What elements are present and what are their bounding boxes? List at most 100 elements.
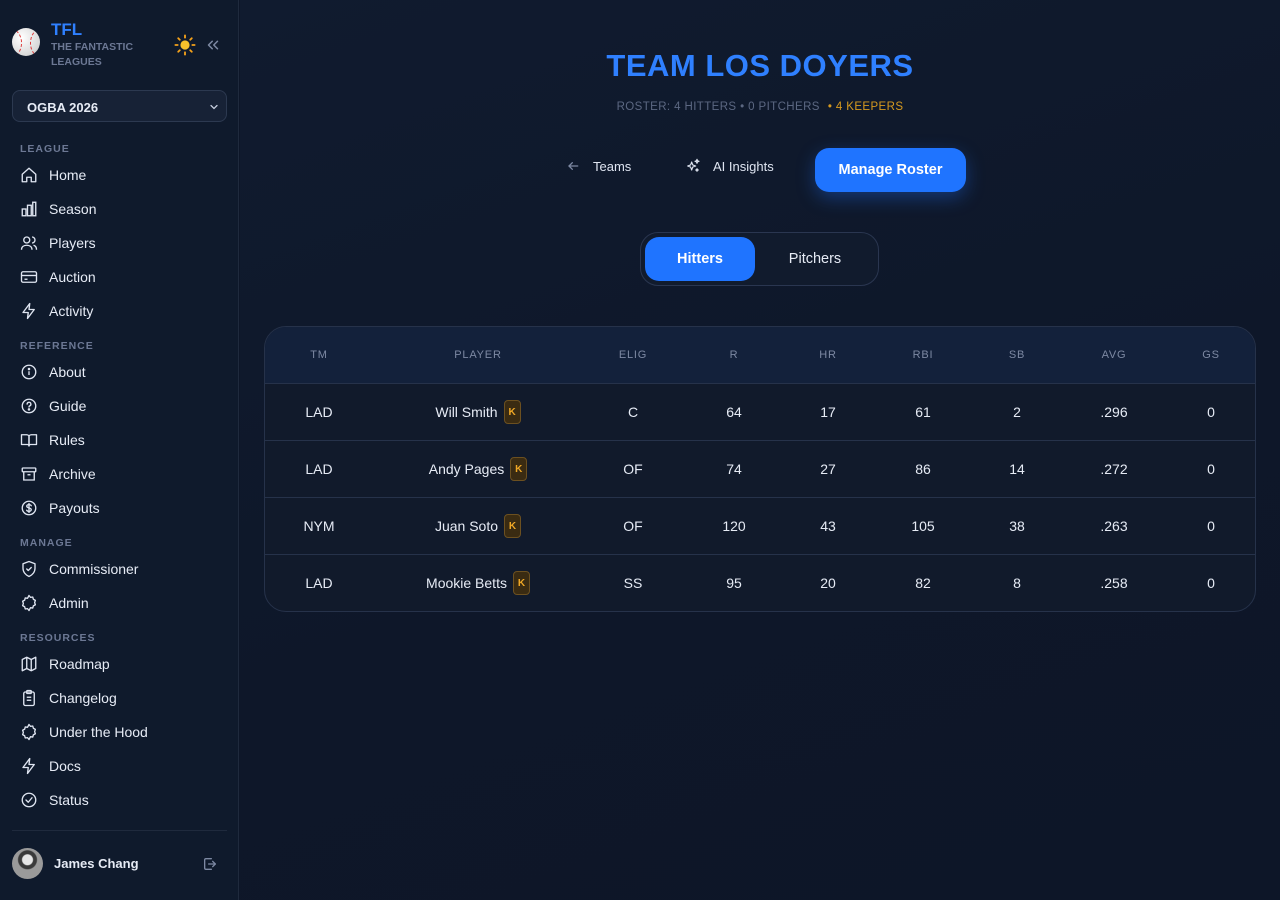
sidebar-item-label: Under the Hood: [49, 724, 148, 740]
sidebar-item-home[interactable]: Home: [20, 161, 220, 189]
sidebar-item-rules[interactable]: Rules: [20, 426, 220, 454]
keeper-badge: K: [503, 400, 521, 424]
sidebar-item-auction[interactable]: Auction: [20, 263, 220, 291]
book-icon: [20, 434, 38, 447]
page-title: TEAM LOS DOYERS: [606, 48, 914, 83]
sidebar-item-commissioner[interactable]: Commissioner: [20, 555, 220, 583]
cell-r: 120: [722, 518, 746, 534]
sidebar-item-label: Players: [49, 235, 96, 251]
cell-sb: 14: [1009, 461, 1025, 477]
users-icon: [20, 236, 38, 250]
col-header-hr[interactable]: HR: [788, 349, 868, 361]
keeper-badge: K: [510, 457, 528, 481]
ai-insights-button[interactable]: AI Insights: [685, 148, 774, 184]
manage-roster-button[interactable]: Manage Roster: [815, 148, 966, 192]
cell-team: NYM: [303, 518, 335, 534]
cog-icon: [21, 723, 37, 741]
sidebar-item-activity[interactable]: Activity: [20, 297, 220, 325]
sidebar-divider: [12, 830, 227, 831]
col-header-rbi[interactable]: RBI: [883, 349, 963, 361]
cell-player[interactable]: Andy Pages K: [398, 457, 558, 481]
sidebar-item-admin[interactable]: Admin: [20, 589, 220, 617]
sidebar-item-payouts[interactable]: Payouts: [20, 494, 220, 522]
logout-icon[interactable]: [202, 856, 218, 872]
col-header-tm[interactable]: TM: [279, 349, 359, 361]
sidebar-item-label: Activity: [49, 303, 94, 319]
cell-avg: .263: [1100, 518, 1128, 534]
col-header-player[interactable]: PLAYER: [398, 349, 558, 361]
col-header-r[interactable]: R: [694, 349, 774, 361]
collapse-sidebar-icon[interactable]: [204, 36, 222, 54]
brand[interactable]: TFL THE FANTASTIC LEAGUES: [12, 20, 227, 70]
table-row[interactable]: LAD Andy Pages K OF 74 27 86 14 .272 0: [265, 441, 1255, 498]
cell-sb: 2: [1013, 404, 1021, 420]
sidebar-item-label: Auction: [49, 269, 96, 285]
sidebar-item-status[interactable]: Status: [20, 786, 220, 814]
card-icon: [20, 271, 38, 283]
cell-elig: SS: [623, 575, 643, 591]
col-header-gs[interactable]: GS: [1171, 349, 1251, 361]
sidebar-item-changelog[interactable]: Changelog: [20, 684, 220, 712]
avatar[interactable]: [12, 848, 43, 879]
player-name: Will Smith: [435, 404, 498, 420]
clipboard-icon: [23, 689, 35, 707]
sun-icon[interactable]: [174, 34, 196, 56]
nav-section-league: LEAGUE: [20, 143, 70, 155]
cell-elig: OF: [623, 518, 643, 534]
nav-section-resources: RESOURCES: [20, 632, 96, 644]
shield-icon: [22, 560, 36, 578]
dollar-icon: [21, 500, 37, 516]
sidebar-item-label: Guide: [49, 398, 87, 414]
cell-gs: 0: [1207, 461, 1215, 477]
sidebar-item-roadmap[interactable]: Roadmap: [20, 650, 220, 678]
sidebar-item-under-the-hood[interactable]: Under the Hood: [20, 718, 220, 746]
cell-rbi: 61: [915, 404, 931, 420]
tab-hitters[interactable]: Hitters: [645, 237, 755, 281]
cell-avg: .296: [1100, 404, 1128, 420]
nav-section-reference: REFERENCE: [20, 340, 94, 352]
cell-player[interactable]: Will Smith K: [398, 400, 558, 424]
teams-button-label: Teams: [593, 158, 632, 174]
bolt-icon: [22, 757, 35, 775]
cell-r: 74: [726, 461, 742, 477]
cell-hr: 43: [820, 518, 836, 534]
col-header-avg[interactable]: AVG: [1074, 349, 1154, 361]
col-header-elig[interactable]: ELIG: [593, 349, 673, 361]
league-select-value: OGBA 2026: [27, 100, 99, 115]
cell-avg: .272: [1100, 461, 1128, 477]
bolt-icon: [22, 302, 35, 320]
hitters-pitchers-toggle: Hitters Pitchers: [640, 232, 879, 286]
cell-hr: 27: [820, 461, 836, 477]
sidebar-item-archive[interactable]: Archive: [20, 460, 220, 488]
sidebar-item-guide[interactable]: Guide: [20, 392, 220, 420]
col-header-sb[interactable]: SB: [977, 349, 1057, 361]
cell-rbi: 105: [911, 518, 935, 534]
table-row[interactable]: LAD Will Smith K C 64 17 61 2 .296 0: [265, 384, 1255, 441]
roster-table: TM PLAYER ELIG R HR RBI SB AVG GS LAD Wi…: [264, 326, 1256, 612]
cell-hr: 17: [820, 404, 836, 420]
tab-pitchers[interactable]: Pitchers: [759, 237, 871, 281]
sidebar-item-season[interactable]: Season: [20, 195, 220, 223]
sidebar-item-players[interactable]: Players: [20, 229, 220, 257]
sidebar-item-label: About: [49, 364, 86, 380]
cell-player[interactable]: Juan Soto K: [398, 514, 558, 538]
cell-player[interactable]: Mookie Betts K: [398, 571, 558, 595]
sidebar-item-about[interactable]: About: [20, 358, 220, 386]
archive-icon: [21, 467, 37, 481]
sidebar-item-label: Season: [49, 201, 97, 217]
table-row[interactable]: NYM Juan Soto K OF 120 43 105 38 .263 0: [265, 498, 1255, 555]
cell-elig: C: [627, 404, 639, 420]
gear-icon: [21, 594, 37, 612]
table-row[interactable]: LAD Mookie Betts K SS 95 20 82 8 .258 0: [265, 555, 1255, 611]
sidebar-item-label: Commissioner: [49, 561, 139, 577]
arrow-left-icon: [568, 162, 579, 170]
baseball-logo-icon: [12, 28, 40, 56]
cell-sb: 8: [1013, 575, 1021, 591]
cell-team: LAD: [305, 575, 333, 591]
league-select[interactable]: OGBA 2026: [12, 90, 227, 122]
teams-button[interactable]: Teams: [565, 148, 631, 184]
roster-summary: ROSTER: 4 HITTERS • 0 PITCHERS • 4 KEEPER…: [240, 101, 1280, 113]
info-icon: [21, 364, 37, 380]
sidebar-item-docs[interactable]: Docs: [20, 752, 220, 780]
brand-subtitle: THE FANTASTIC LEAGUES: [51, 41, 134, 68]
